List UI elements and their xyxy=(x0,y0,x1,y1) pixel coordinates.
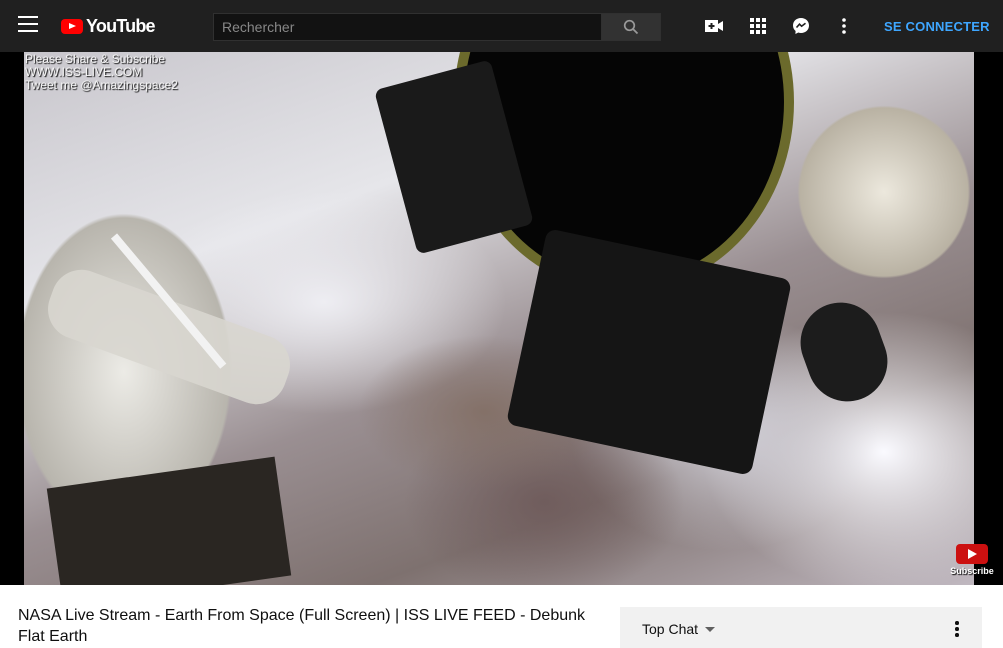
search-icon xyxy=(623,19,639,35)
overlay-line: Tweet me @Amazingspace2 xyxy=(25,78,178,92)
more-vert-icon xyxy=(842,18,846,34)
search-bar xyxy=(213,13,661,41)
search-input[interactable] xyxy=(213,13,602,41)
settings-more-button[interactable] xyxy=(834,16,854,36)
chat-mode-label: Top Chat xyxy=(642,621,699,637)
sign-in-button[interactable]: SE CONNECTER xyxy=(872,14,1002,40)
astronaut-suit-right xyxy=(764,92,974,322)
masthead: YouTube Rechercher SE CONNECTER xyxy=(0,0,1003,52)
subscribe-watermark-label: Subscribe xyxy=(950,566,994,576)
youtube-play-icon xyxy=(956,544,988,564)
messages-icon xyxy=(793,18,809,34)
apps-grid-icon xyxy=(750,18,766,34)
apps-button[interactable] xyxy=(748,16,768,36)
chat-mode-dropdown[interactable]: Top Chat xyxy=(642,621,716,637)
create-video-icon xyxy=(705,20,723,32)
logo-text: YouTube xyxy=(86,15,156,36)
caret-down-icon xyxy=(705,626,716,632)
watch-info: NASA Live Stream - Earth From Space (Ful… xyxy=(0,585,1003,648)
youtube-logo[interactable]: YouTube xyxy=(61,15,156,37)
chat-more-button[interactable] xyxy=(947,619,967,639)
video-overlay-text: Please Share & Subscribe WWW.ISS-LIVE.CO… xyxy=(25,53,178,92)
more-vert-icon-dot xyxy=(955,621,959,625)
video-player[interactable]: Please Share & Subscribe WWW.ISS-LIVE.CO… xyxy=(0,52,1003,585)
more-vert-icon-dot xyxy=(955,633,959,637)
youtube-play-icon xyxy=(61,18,83,34)
live-chat-header: Top Chat xyxy=(620,607,982,648)
station-arm xyxy=(505,228,793,476)
messages-button[interactable] xyxy=(791,16,811,36)
video-title: NASA Live Stream - Earth From Space (Ful… xyxy=(18,607,586,645)
create-video-button[interactable] xyxy=(704,16,724,36)
more-vert-icon-dot xyxy=(955,627,959,631)
menu-icon[interactable] xyxy=(18,16,38,36)
video-frame[interactable] xyxy=(24,52,974,585)
search-button[interactable] xyxy=(602,13,661,41)
subscribe-watermark[interactable]: Subscribe xyxy=(950,544,994,578)
